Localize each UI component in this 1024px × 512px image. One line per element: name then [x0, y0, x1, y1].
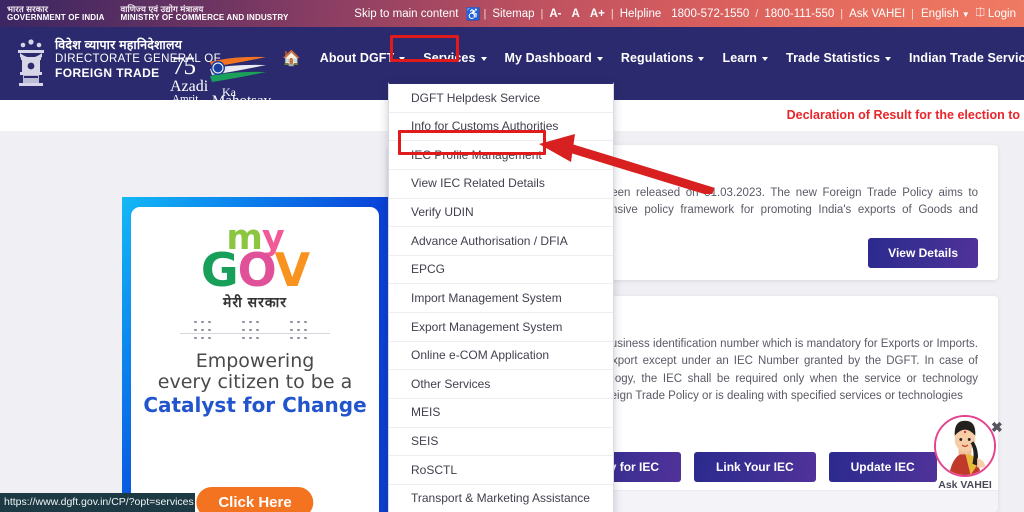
login-label: Login [987, 7, 1016, 20]
skip-to-main-content-link[interactable]: Skip to main content [349, 8, 463, 20]
mygov-logo-gov: GOV [131, 247, 379, 293]
azadi-75-number: 75 [172, 53, 196, 80]
menu-item-rosctl[interactable]: RoSCTL [389, 456, 613, 485]
nav-label: My Dashboard [504, 51, 592, 65]
top-utility-bar: भारत सरकार GOVERNMENT OF INDIA वाणिज्य ए… [0, 0, 1024, 27]
chevron-down-icon [762, 57, 769, 61]
banner-slogan-line-2: every citizen to be a [157, 371, 353, 394]
government-of-india-block: भारत सरकार GOVERNMENT OF INDIA [7, 4, 105, 23]
nav-label: About DGFT [319, 51, 395, 65]
nav-label: Regulations [620, 51, 694, 65]
nav-item-trade-statistics[interactable]: Trade Statistics [777, 44, 900, 72]
login-button[interactable]: ⎅ Login [970, 7, 1016, 20]
nav-item-services[interactable]: Services [414, 44, 495, 72]
page-root: भारत सरकार GOVERNMENT OF INDIA वाणिज्य ए… [0, 0, 1024, 512]
language-label: English [921, 7, 959, 20]
close-icon[interactable]: ✖ [991, 420, 1003, 434]
gov-english-label: GOVERNMENT OF INDIA [7, 12, 105, 22]
mygov-v: V [274, 242, 311, 297]
mygov-o: O [237, 242, 276, 297]
menu-item-verify-udin[interactable]: Verify UDIN [389, 199, 613, 228]
ask-vahei-label: Ask VAHEI [938, 479, 992, 491]
chevron-down-icon [885, 57, 892, 61]
user-icon: ⎅ [975, 7, 985, 19]
main-navigation: 🏠 About DGFT Services My Dashboard Regul… [272, 38, 1024, 78]
helpline-label: Helpline [619, 7, 662, 20]
mygov-logo: my GOV [131, 221, 379, 293]
view-details-button[interactable]: View Details [868, 238, 978, 268]
menu-item-online-ecom-application[interactable]: Online e-COM Application [389, 342, 613, 371]
nav-label: Services [423, 51, 476, 65]
mygov-banner-card: my GOV मेरी सरकार Empowering every citiz… [131, 207, 379, 512]
banner-slogan-line-1: Empowering [195, 349, 315, 372]
menu-item-seis[interactable]: SEIS [389, 428, 613, 457]
click-here-button[interactable]: Click Here [196, 487, 314, 512]
brand-hindi: विदेश व्यापार महानिदेशालय [55, 38, 183, 52]
annotation-arrow [539, 134, 715, 194]
nav-item-learn[interactable]: Learn [713, 44, 777, 72]
menu-item-import-management-system[interactable]: Import Management System [389, 284, 613, 313]
mygov-hindi-tagline: मेरी सरकार [223, 293, 287, 310]
nav-item-my-dashboard[interactable]: My Dashboard [496, 44, 612, 72]
india-state-emblem-icon [14, 36, 48, 88]
marquee-text[interactable]: Declaration of Result for the election t… [787, 108, 1020, 122]
update-iec-button[interactable]: Update IEC [828, 452, 937, 482]
chevron-down-icon: ▼ [961, 10, 970, 19]
nav-label: Indian Trade Service [909, 51, 1024, 65]
menu-item-dgft-helpdesk-service[interactable]: DGFT Helpdesk Service [389, 84, 613, 113]
chevron-down-icon [596, 57, 603, 61]
ftp-card-actions: View Details [868, 238, 978, 268]
nav-item-indian-trade-service[interactable]: Indian Trade Service [900, 44, 1024, 72]
menu-item-meis[interactable]: MEIS [389, 399, 613, 428]
menu-item-transport-marketing-assistance[interactable]: Transport & Marketing Assistance [389, 485, 613, 512]
braille-decoration [180, 320, 330, 347]
font-normal-button[interactable]: A [567, 8, 585, 20]
ask-vahei-link[interactable]: Ask VAHEI [844, 8, 910, 20]
menu-item-epcg[interactable]: EPCG [389, 256, 613, 285]
menu-item-advance-authorisation-dfia[interactable]: Advance Authorisation / DFIA [389, 227, 613, 256]
wheelchair-accessibility-icon[interactable]: ♿ [464, 7, 483, 21]
helpline-number-2[interactable]: 1800-111-550 [759, 8, 839, 20]
sitemap-link[interactable]: Sitemap [487, 8, 539, 20]
ask-vahei-widget[interactable]: Ask VAHEI ✖ [934, 415, 1003, 491]
female-assistant-avatar-icon[interactable] [934, 415, 996, 477]
menu-item-other-services[interactable]: Other Services [389, 370, 613, 399]
ministry-block: वाणिज्य एवं उद्योग मंत्रालय MINISTRY OF … [120, 4, 289, 23]
font-increase-button[interactable]: A+ [585, 8, 610, 20]
mygov-banner[interactable]: my GOV मेरी सरकार Empowering every citiz… [122, 197, 388, 512]
chevron-down-icon [480, 57, 487, 61]
language-selector[interactable]: English ▼ [915, 8, 970, 20]
banner-slogan-line-3: Catalyst for Change [143, 393, 367, 418]
font-decrease-button[interactable]: A- [544, 8, 566, 20]
helpline-number-1[interactable]: 1800-572-1550 [666, 8, 754, 20]
nav-item-regulations[interactable]: Regulations [612, 44, 714, 72]
chevron-down-icon [698, 57, 705, 61]
nav-item-about-dgft[interactable]: About DGFT [311, 44, 415, 72]
top-utility-links: Skip to main content ♿ | Sitemap | A- A … [349, 7, 1024, 21]
chevron-down-icon [399, 57, 406, 61]
home-icon[interactable]: 🏠 [272, 51, 311, 66]
nav-label: Trade Statistics [786, 51, 881, 65]
link-your-iec-button[interactable]: Link Your IEC [694, 452, 816, 482]
ministry-english-label: MINISTRY OF COMMERCE AND INDUSTRY [120, 12, 289, 22]
nav-label: Learn [722, 51, 758, 65]
mygov-g: G [200, 242, 239, 297]
menu-item-export-management-system[interactable]: Export Management System [389, 313, 613, 342]
government-identity: भारत सरकार GOVERNMENT OF INDIA वाणिज्य ए… [7, 4, 304, 23]
browser-status-bar-url: https://www.dgft.gov.in/CP/?opt=services [0, 493, 195, 512]
